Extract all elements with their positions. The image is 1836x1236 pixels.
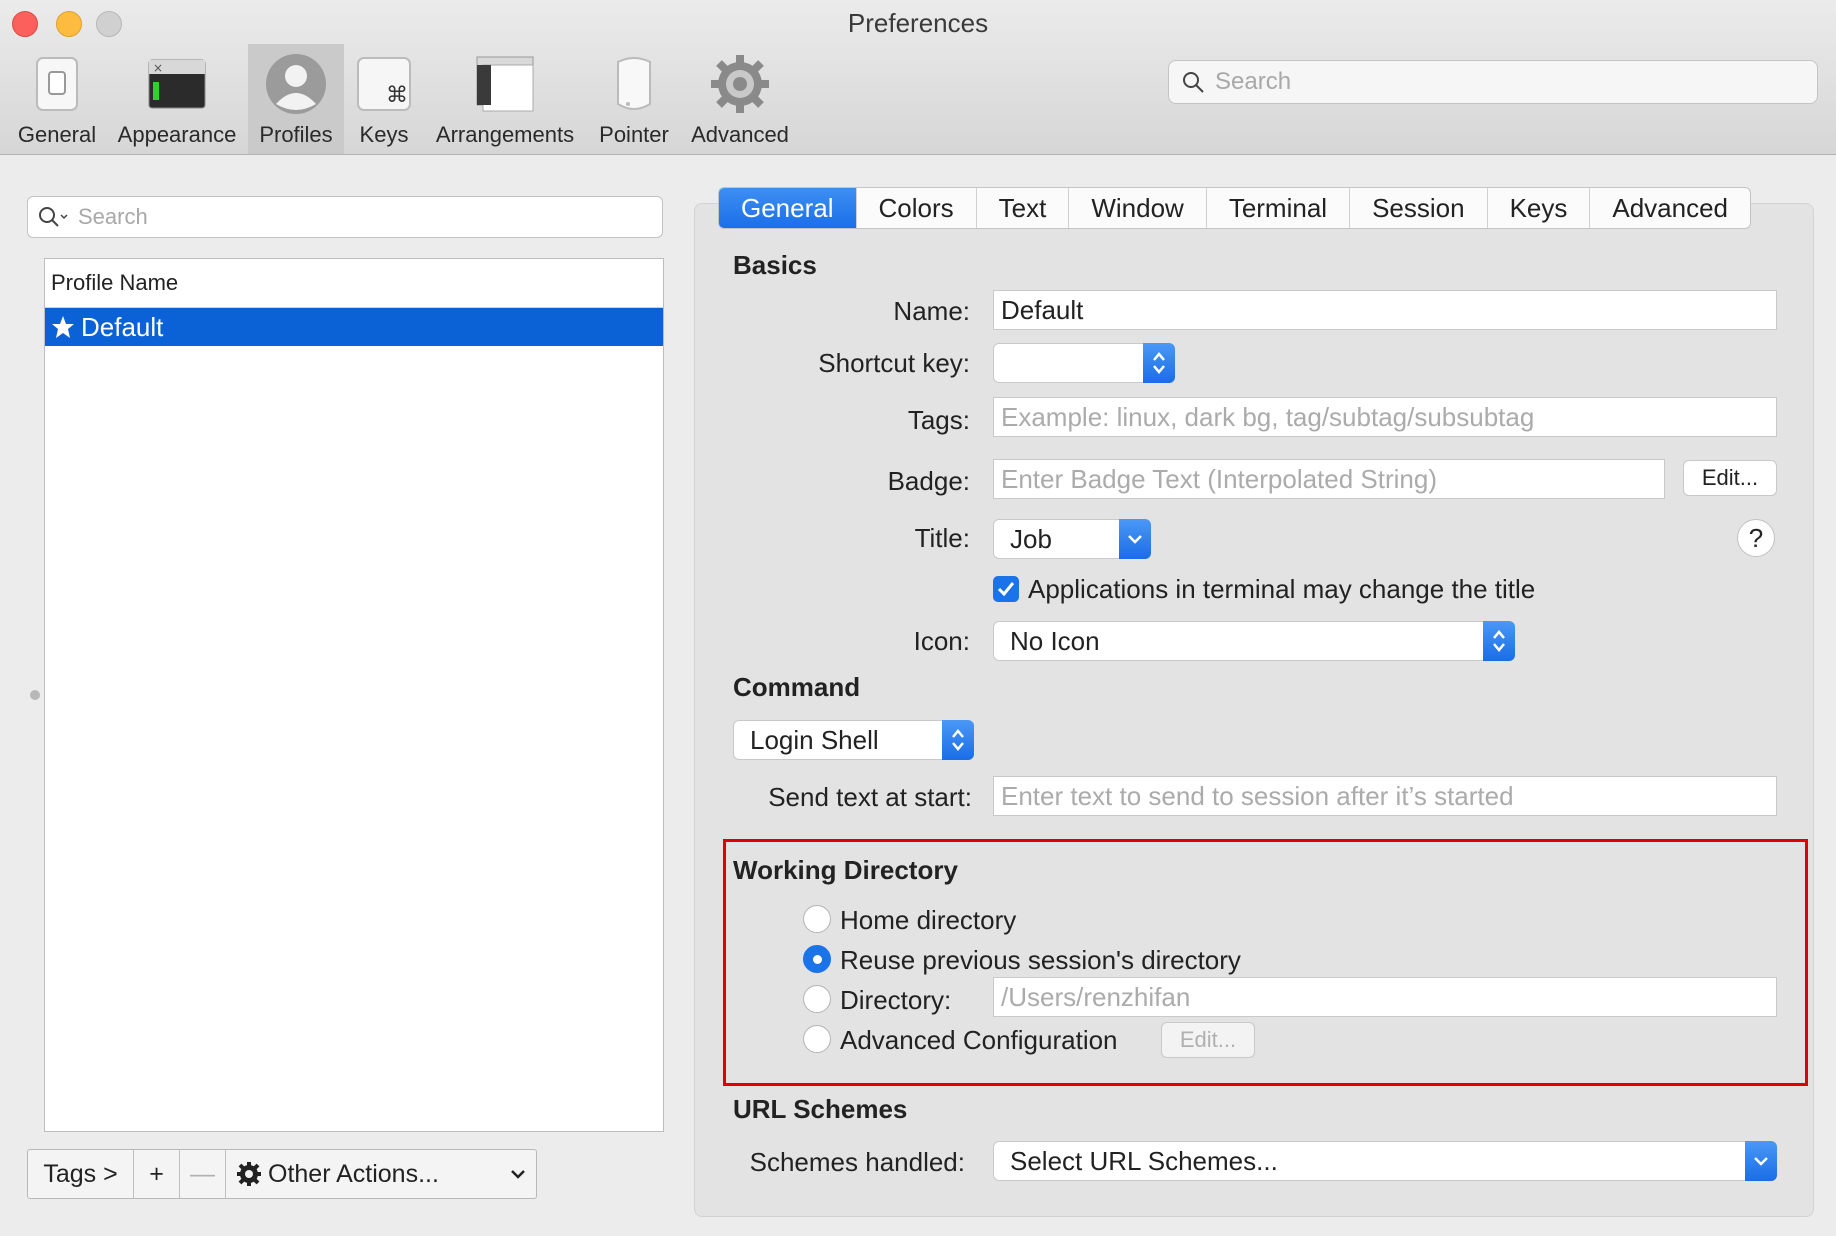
- command-value: Login Shell: [750, 724, 879, 755]
- home-directory-label: Home directory: [840, 905, 1017, 935]
- shortcut-key-label: Shortcut key:: [818, 348, 970, 378]
- switch-icon: [25, 52, 89, 116]
- svg-text:×: ×: [153, 61, 163, 75]
- checkmark-icon: [997, 582, 1015, 597]
- chevron-down-icon: [1745, 1141, 1777, 1181]
- up-down-arrows-icon: [1483, 621, 1515, 661]
- search-icon: [1181, 70, 1205, 94]
- advanced-configuration-edit-button[interactable]: Edit...: [1161, 1022, 1255, 1058]
- tab-text[interactable]: Text: [977, 188, 1070, 228]
- gear-icon: [708, 52, 772, 116]
- toolbar-general[interactable]: General: [8, 44, 106, 154]
- command-heading: Command: [733, 672, 861, 702]
- send-text-label: Send text at start:: [768, 782, 972, 812]
- toolbar-label: Profiles: [259, 122, 333, 147]
- toolbar-label: Advanced: [691, 122, 789, 147]
- radio-advanced-configuration[interactable]: [803, 1025, 831, 1053]
- url-schemes-heading: URL Schemes: [733, 1094, 908, 1124]
- toolbar-arrangements[interactable]: Arrangements: [430, 44, 580, 154]
- profile-row-default[interactable]: Default: [45, 308, 663, 346]
- search-icon: [38, 206, 70, 228]
- up-down-arrows-icon: [1143, 343, 1175, 383]
- badge-label: Badge:: [887, 466, 970, 496]
- tab-colors[interactable]: Colors: [857, 188, 977, 228]
- tab-window[interactable]: Window: [1069, 188, 1207, 228]
- tab-general[interactable]: General: [719, 188, 857, 228]
- toolbar-advanced[interactable]: Advanced: [684, 44, 796, 154]
- tags-field[interactable]: Example: linux, dark bg, tag/subtag/subs…: [993, 397, 1777, 437]
- tags-button[interactable]: Tags >: [28, 1150, 134, 1198]
- tags-label: Tags:: [907, 405, 970, 435]
- mouse-icon: [602, 52, 666, 116]
- schemes-handled-label: Schemes handled:: [749, 1147, 965, 1177]
- settings-tabs: General Colors Text Window Terminal Sess…: [718, 187, 1752, 229]
- toolbar-pointer[interactable]: Pointer: [590, 44, 678, 154]
- directory-label: Directory:: [840, 985, 952, 1015]
- icon-label: Icon:: [913, 626, 970, 656]
- icon-value: No Icon: [1010, 625, 1100, 656]
- help-button[interactable]: ?: [1737, 519, 1775, 557]
- terminal-window-icon: ×: [145, 52, 209, 116]
- toolbar-label: Appearance: [117, 122, 237, 147]
- profile-search[interactable]: [27, 196, 663, 238]
- url-schemes-value: Select URL Schemes...: [1010, 1145, 1278, 1176]
- profile-search-input[interactable]: [76, 203, 640, 231]
- url-schemes-popup[interactable]: Select URL Schemes...: [993, 1141, 1777, 1181]
- profile-list: Profile Name Default: [44, 258, 664, 1132]
- toolbar-label: Arrangements: [435, 122, 575, 147]
- title-label: Title:: [914, 523, 970, 553]
- icon-popup[interactable]: No Icon: [993, 621, 1515, 661]
- send-text-field[interactable]: Enter text to send to session after it’s…: [993, 776, 1777, 816]
- profile-name: Default: [81, 312, 164, 342]
- tab-session[interactable]: Session: [1350, 188, 1488, 228]
- toolbar-keys[interactable]: ⌘ Keys: [348, 44, 420, 154]
- person-icon: [264, 52, 328, 116]
- toolbar-search-input[interactable]: [1213, 67, 1777, 97]
- tab-advanced[interactable]: Advanced: [1590, 188, 1750, 228]
- chevron-down-icon: [510, 1168, 526, 1180]
- split-view-handle[interactable]: [30, 690, 40, 700]
- toolbar-appearance[interactable]: × Appearance: [110, 44, 244, 154]
- remove-profile-button[interactable]: —: [180, 1150, 226, 1198]
- command-popup[interactable]: Login Shell: [733, 720, 974, 760]
- basics-heading: Basics: [733, 250, 817, 280]
- change-title-checkbox[interactable]: [993, 576, 1019, 602]
- chevron-down-icon: [1119, 519, 1151, 559]
- radio-reuse-previous-directory[interactable]: [803, 945, 831, 973]
- badge-field[interactable]: Enter Badge Text (Interpolated String): [993, 459, 1665, 499]
- radio-directory[interactable]: [803, 985, 831, 1013]
- other-actions-label: Other Actions...: [268, 1159, 439, 1188]
- svg-text:⌘: ⌘: [386, 83, 408, 108]
- toolbar-label: Pointer: [599, 122, 669, 147]
- tab-terminal[interactable]: Terminal: [1207, 188, 1351, 228]
- change-title-label: Applications in terminal may change the …: [1028, 574, 1536, 604]
- working-directory-heading: Working Directory: [733, 855, 958, 885]
- radio-home-directory[interactable]: [803, 905, 831, 933]
- gear-icon: [236, 1161, 262, 1187]
- toolbar-label: General: [17, 122, 97, 147]
- toolbar-search[interactable]: [1168, 60, 1818, 104]
- other-actions-button[interactable]: Other Actions...: [226, 1150, 536, 1198]
- command-key-icon: ⌘: [352, 52, 416, 116]
- window-title: Preferences: [847, 8, 989, 38]
- shortcut-key-popup[interactable]: [993, 343, 1175, 383]
- title-popup[interactable]: Job: [993, 519, 1151, 559]
- advanced-configuration-label: Advanced Configuration: [840, 1025, 1118, 1055]
- badge-edit-button[interactable]: Edit...: [1683, 460, 1777, 496]
- up-down-arrows-icon: [942, 720, 974, 760]
- tab-keys[interactable]: Keys: [1488, 188, 1591, 228]
- star-icon: [51, 315, 75, 339]
- directory-field[interactable]: /Users/renzhifan: [993, 977, 1777, 1017]
- profile-name-column-header[interactable]: Profile Name: [45, 259, 663, 308]
- toolbar-label: Keys: [359, 122, 409, 147]
- reuse-previous-directory-label: Reuse previous session's directory: [840, 945, 1241, 975]
- profile-actions-bar: Tags > + — Other Actions...: [27, 1149, 537, 1199]
- toolbar-profiles[interactable]: Profiles: [248, 44, 344, 154]
- title-value: Job: [1010, 523, 1052, 554]
- name-field[interactable]: Default: [993, 290, 1777, 330]
- windows-icon: [473, 52, 537, 116]
- add-profile-button[interactable]: +: [134, 1150, 180, 1198]
- name-label: Name:: [893, 296, 970, 326]
